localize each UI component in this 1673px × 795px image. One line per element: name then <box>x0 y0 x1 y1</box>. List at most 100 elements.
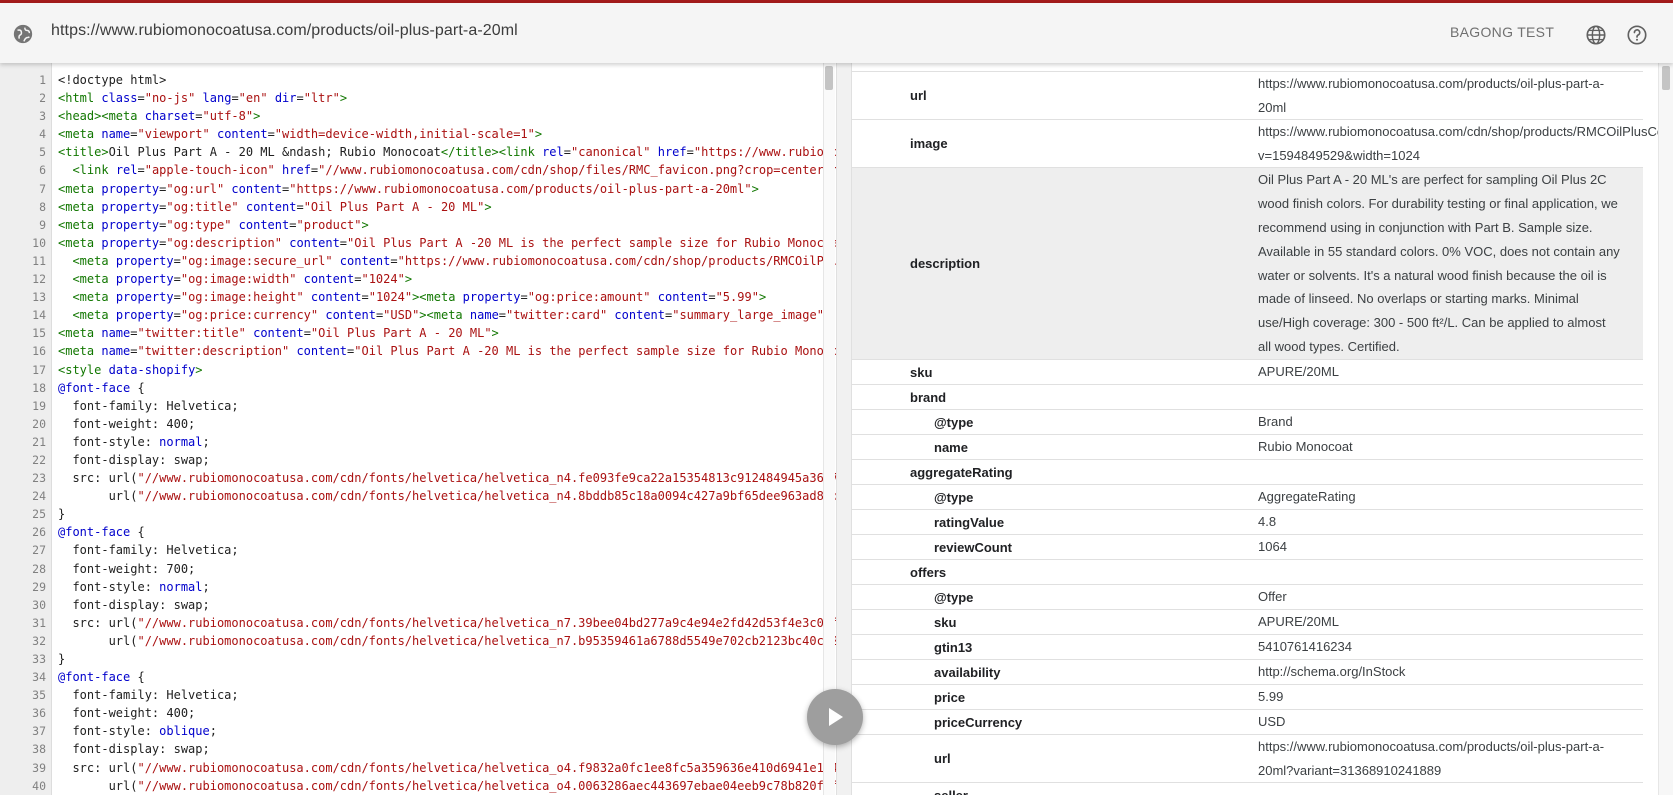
property-key: sku <box>910 364 933 380</box>
line-number: 29 <box>32 579 46 594</box>
property-key: description <box>910 256 981 271</box>
line-text: font-weight: 400; <box>58 706 196 721</box>
property-value: APURE/20ML <box>1258 364 1339 379</box>
property-row[interactable]: description Oil Plus Part A - 20 ML's are… <box>852 168 1643 360</box>
line-number: 6 <box>39 163 46 178</box>
line-text: <meta property="og:image:secure_url" con… <box>72 253 836 268</box>
line-number: 26 <box>32 525 46 540</box>
property-row[interactable]: ratingValue 4.8 <box>852 510 1643 535</box>
play-button[interactable] <box>807 689 863 745</box>
property-value: APURE/20ML <box>1258 614 1339 629</box>
property-row[interactable]: @type Brand <box>852 410 1643 435</box>
line-number: 18 <box>32 380 46 395</box>
property-value: https://www.rubiomonocoatusa.com/cdn/sho… <box>1258 124 1673 163</box>
code-scrollbar-thumb[interactable] <box>825 66 833 90</box>
property-value: Offer <box>1258 589 1287 604</box>
property-row[interactable]: brand <box>852 385 1643 410</box>
line-text: <meta property="og:image:height" content… <box>72 290 767 305</box>
data-scrollbar[interactable] <box>1658 63 1673 795</box>
code-line: 22 font-display: swap; <box>0 451 836 469</box>
property-row[interactable]: name Rubio Monocoat <box>852 435 1643 460</box>
line-text: font-style: normal; <box>58 579 210 594</box>
property-row[interactable]: aggregateRating <box>852 460 1643 485</box>
line-text: <link rel="apple-touch-icon" href="//www… <box>72 163 836 178</box>
code-line: 32 url("//www.rubiomonocoatusa.com/cdn/f… <box>0 632 836 650</box>
property-row[interactable]: url https://www.rubiomonocoatusa.com/prod… <box>852 72 1643 120</box>
line-number: 15 <box>32 326 46 341</box>
property-row[interactable]: price 5.99 <box>852 685 1643 710</box>
line-text: font-display: swap; <box>58 597 210 612</box>
page-url[interactable]: https://www.rubiomonocoatusa.com/product… <box>51 22 518 40</box>
code-line: 13 <meta property="og:image:height" cont… <box>0 288 836 306</box>
line-number: 21 <box>32 434 46 449</box>
code-line: 28 font-weight: 700; <box>0 560 836 578</box>
test-label[interactable]: BAGONG TEST <box>1450 24 1554 40</box>
code-scrollbar[interactable] <box>823 63 835 795</box>
code-line: 25} <box>0 505 836 523</box>
help-icon[interactable] <box>1626 24 1648 46</box>
code-line: 11 <meta property="og:image:secure_url" … <box>0 252 836 270</box>
property-row[interactable]: offers <box>852 560 1643 585</box>
code-line: 26 @font-face { <box>0 523 836 541</box>
property-key: sku <box>934 614 957 630</box>
line-text: <meta name="twitter:title" content="Oil … <box>58 326 499 341</box>
line-text: } <box>58 652 66 666</box>
line-text: <meta property="og:type" content="produc… <box>58 217 369 232</box>
line-number: 5 <box>39 145 46 160</box>
source-code-pane[interactable]: 1 <!doctype html> 2 <html class="no-js" lan… <box>0 63 836 795</box>
property-value: http://schema.org/InStock <box>1258 664 1406 679</box>
code-line: 40 url("//www.rubiomonocoatusa.com/cdn/f… <box>0 777 836 795</box>
property-key: offers <box>910 564 947 580</box>
line-text: <meta name="twitter:description" content… <box>58 344 836 359</box>
property-row[interactable]: seller <box>852 783 1643 795</box>
line-text: <meta property="og:url" content="https:/… <box>58 181 759 196</box>
line-number: 28 <box>32 561 46 576</box>
property-value: 5.99 <box>1258 689 1284 704</box>
property-key: availability <box>934 664 1001 680</box>
line-number: 10 <box>32 235 46 250</box>
code-line: 7 <meta property="og:url" content="https:… <box>0 180 836 198</box>
language-globe-icon[interactable] <box>1585 24 1607 46</box>
line-text: src: url("//www.rubiomonocoatusa.com/cdn… <box>58 615 836 630</box>
property-row[interactable]: @type Offer <box>852 585 1643 610</box>
data-scrollbar-thumb[interactable] <box>1662 66 1670 90</box>
line-text: font-weight: 700; <box>58 561 196 576</box>
code-line: 8 <meta property="og:title" content="Oil … <box>0 198 836 216</box>
line-number: 37 <box>32 724 46 739</box>
code-line: 30 font-display: swap; <box>0 596 836 614</box>
property-value: USD <box>1258 714 1286 729</box>
property-row[interactable]: @type AggregateRating <box>852 485 1643 510</box>
property-value: 1064 <box>1258 539 1287 554</box>
code-line: 20 font-weight: 400; <box>0 415 836 433</box>
line-text: font-weight: 400; <box>58 416 196 431</box>
code-lines: 1 <!doctype html> 2 <html class="no-js" lan… <box>0 71 836 795</box>
property-row[interactable]: reviewCount 1064 <box>852 535 1643 560</box>
line-text: src: url("//www.rubiomonocoatusa.com/cdn… <box>58 760 836 775</box>
property-row[interactable]: gtin13 5410761416234 <box>852 635 1643 660</box>
property-value: https://www.rubiomonocoatusa.com/product… <box>1258 739 1605 778</box>
pane-divider[interactable] <box>836 63 852 795</box>
property-row[interactable]: availability http://schema.org/InStock <box>852 660 1643 685</box>
code-line: 27 font-family: Helvetica; <box>0 541 836 559</box>
property-value: https://www.rubiomonocoatusa.com/product… <box>1258 76 1605 115</box>
code-line: 23 src: url("//www.rubiomonocoatusa.com/… <box>0 469 836 487</box>
line-number: 4 <box>39 127 46 142</box>
property-value: AggregateRating <box>1258 489 1356 504</box>
property-value: Oil Plus Part A - 20 ML's are perfect fo… <box>1258 172 1620 355</box>
structured-data-table: url https://www.rubiomonocoatusa.com/prod… <box>852 71 1673 795</box>
property-row[interactable]: sku APURE/20ML <box>852 360 1643 385</box>
code-line: 3 <head><meta charset="utf-8"> <box>0 107 836 125</box>
line-number: 32 <box>32 633 46 648</box>
line-number: 38 <box>32 742 46 757</box>
line-text: <head><meta charset="utf-8"> <box>58 109 261 124</box>
property-row[interactable]: priceCurrency USD <box>852 710 1643 735</box>
property-row[interactable]: image https://www.rubiomonocoatusa.com/cd… <box>852 120 1673 168</box>
property-key: @type <box>934 414 974 430</box>
property-row[interactable]: sku APURE/20ML <box>852 610 1643 635</box>
line-text: font-family: Helvetica; <box>58 688 239 703</box>
structured-data-pane[interactable]: url https://www.rubiomonocoatusa.com/prod… <box>852 63 1673 795</box>
line-text: <!doctype html> <box>58 73 167 87</box>
line-number: 13 <box>32 290 46 305</box>
line-number: 31 <box>32 615 46 630</box>
property-row[interactable]: url https://www.rubiomonocoatusa.com/prod… <box>852 735 1643 783</box>
